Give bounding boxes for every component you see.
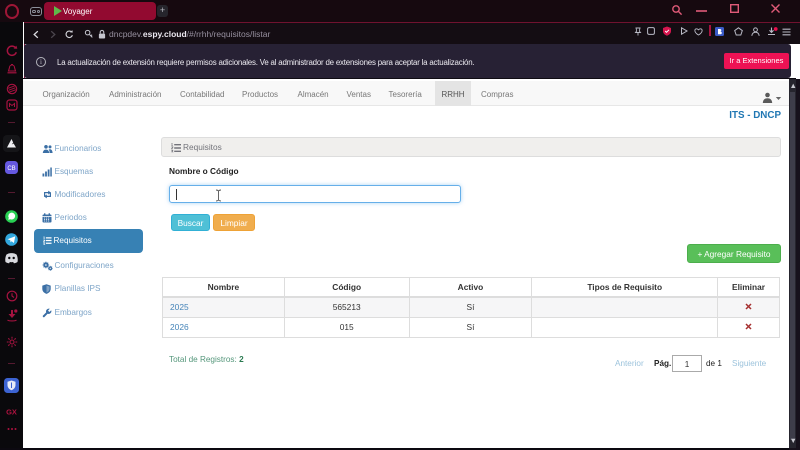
svg-text:CB: CB [7, 166, 15, 172]
svg-text:GX: GX [6, 408, 17, 417]
